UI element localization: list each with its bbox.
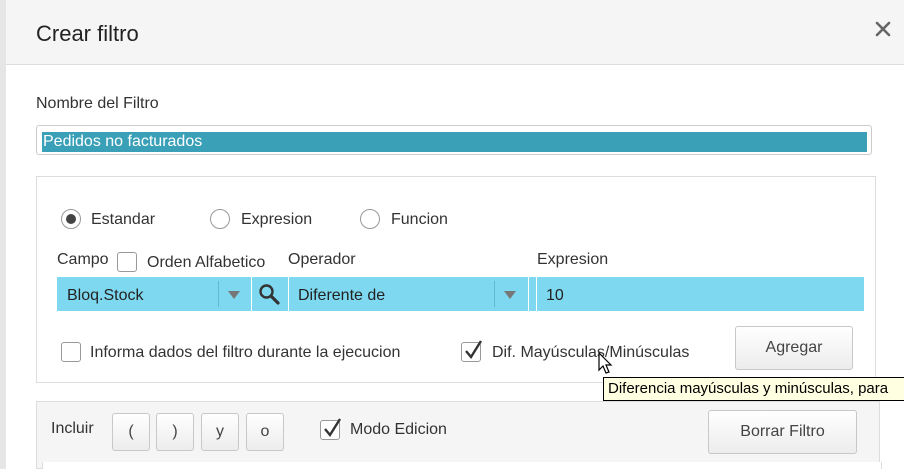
alphabetic-order-label: Orden Alfabetico	[147, 254, 266, 271]
campo-select-edge	[251, 277, 252, 311]
radio-expresion[interactable]	[210, 209, 230, 229]
chevron-down-icon[interactable]	[228, 291, 240, 299]
search-icon[interactable]	[258, 283, 280, 305]
agregar-button[interactable]: Agregar	[735, 326, 853, 370]
radio-estandar[interactable]	[61, 209, 81, 229]
radio-funcion[interactable]	[360, 209, 380, 229]
filter-condition-row	[57, 277, 864, 311]
filter-name-input[interactable]: Pedidos no facturados	[36, 125, 872, 155]
close-paren-button[interactable]: )	[156, 413, 194, 451]
expression-area	[42, 462, 882, 469]
modo-edicion-checkbox[interactable]	[320, 418, 342, 440]
tooltip: Diferencia mayúsculas y minúsculas, para	[603, 377, 904, 401]
radio-estandar-label: Estandar	[91, 211, 156, 228]
checkmark-icon	[324, 418, 342, 438]
operador-select-edge-left	[288, 277, 289, 311]
radio-expresion-label: Expresion	[241, 211, 313, 228]
radio-funcion-label: Funcion	[391, 211, 448, 228]
dif-mayusculas-label: Dif. Mayúsculas/Minúsculas	[492, 344, 690, 361]
incluir-label: Incluir	[51, 420, 94, 437]
expresion-input[interactable]: 10	[546, 287, 564, 305]
expresion-label: Expresion	[537, 251, 609, 268]
close-icon[interactable]	[872, 18, 894, 40]
informa-label: Informa dados del filtro durante la ejec…	[90, 344, 401, 361]
alphabetic-order-checkbox[interactable]	[117, 252, 137, 272]
open-paren-button[interactable]: (	[112, 413, 150, 451]
mouse-cursor-icon	[598, 352, 613, 374]
dialog-title: Crear filtro	[36, 21, 139, 46]
campo-select-divider	[218, 281, 219, 307]
dif-mayusculas-checkbox[interactable]	[461, 340, 483, 362]
informa-checkbox[interactable]	[61, 342, 81, 362]
checkmark-icon	[465, 340, 483, 360]
chevron-down-icon[interactable]	[504, 291, 516, 299]
filter-name-value: Pedidos no facturados	[42, 132, 867, 152]
and-button[interactable]: y	[201, 413, 239, 451]
dialog-titlebar: Crear filtro	[6, 0, 904, 65]
campo-select[interactable]: Bloq.Stock	[67, 287, 143, 305]
create-filter-dialog: Crear filtro Nombre del Filtro Pedidos n…	[0, 0, 904, 469]
or-button[interactable]: o	[246, 413, 284, 451]
operador-select-divider	[494, 281, 495, 307]
campo-label: Campo	[57, 251, 109, 268]
operador-select-edge	[528, 277, 529, 311]
filter-name-label: Nombre del Filtro	[36, 95, 159, 112]
operador-select[interactable]: Diferente de	[298, 287, 385, 305]
modo-edicion-label: Modo Edicion	[350, 421, 447, 438]
borrar-filtro-button[interactable]: Borrar Filtro	[708, 410, 857, 454]
expresion-input-edge	[536, 277, 537, 311]
operador-label: Operador	[288, 251, 356, 268]
